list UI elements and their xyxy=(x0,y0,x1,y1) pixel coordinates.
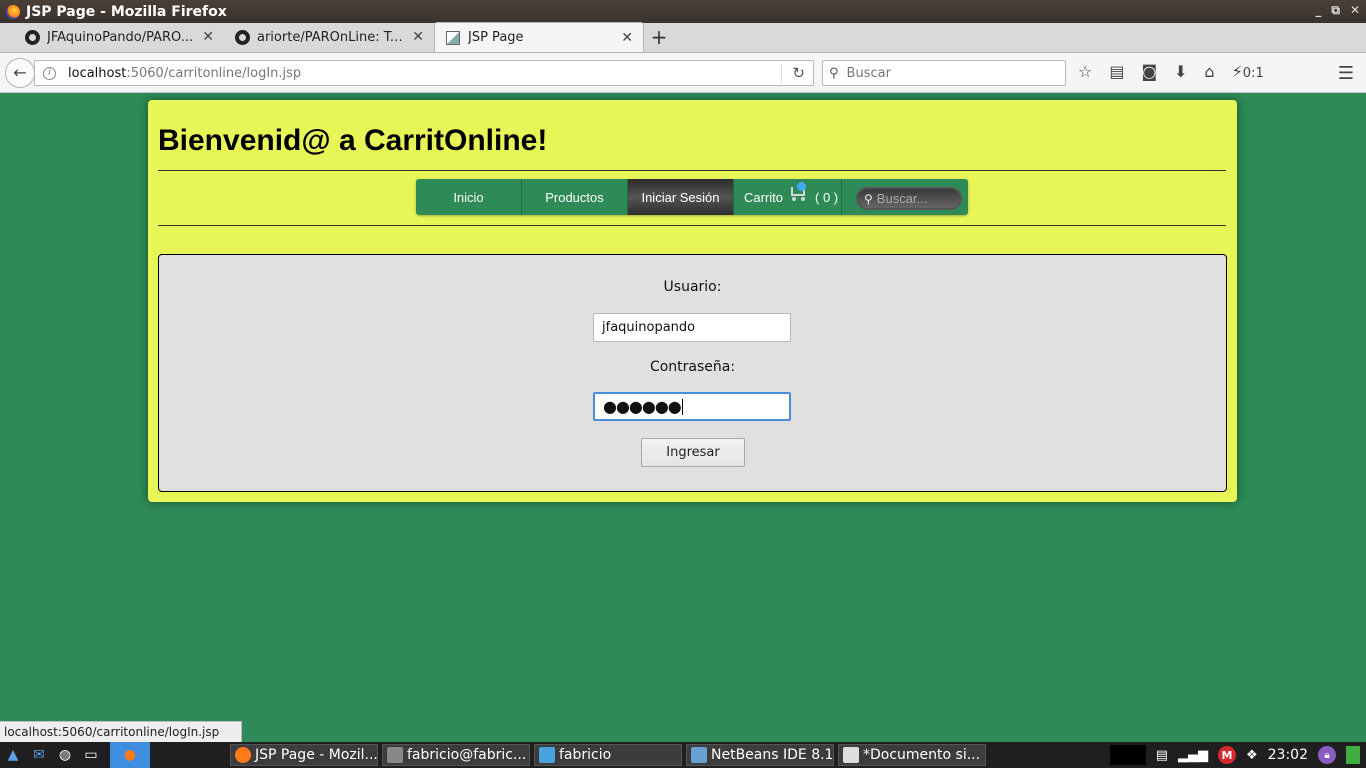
cart-label: Carrito xyxy=(744,189,784,205)
close-tab-icon[interactable]: ✕ xyxy=(202,29,214,45)
page-viewport: Bienvenid@ a CarritOnline! Inicio Produc… xyxy=(0,94,1366,740)
system-tray: ▤ ▂▄▆ M ❖ 23:02 🔒︎ xyxy=(1109,742,1366,768)
username-label: Usuario: xyxy=(663,279,722,295)
navigation-bar: ← i localhost:5060/carritonline/logIn.js… xyxy=(0,53,1366,93)
close-tab-icon[interactable]: ✕ xyxy=(412,29,424,45)
window-titlebar: JSP Page - Mozilla Firefox _ ⧉ ✕ xyxy=(0,0,1366,23)
divider-top xyxy=(158,170,1226,171)
info-icon[interactable]: i xyxy=(43,66,56,80)
back-button[interactable]: ← xyxy=(5,57,35,88)
login-form: Usuario: jfaquinopando Contraseña: ●●●●●… xyxy=(158,254,1227,492)
username-field[interactable]: jfaquinopando xyxy=(593,313,791,342)
task-label: fabricio xyxy=(559,747,612,763)
menu-item-carrito[interactable]: Carrito ( 0 ) xyxy=(734,179,842,215)
page-icon xyxy=(445,30,461,46)
home-icon[interactable]: ⌂ xyxy=(1204,62,1214,81)
search-icon: ⚲ xyxy=(864,191,873,206)
firefox-launcher-icon[interactable]: ● xyxy=(110,742,150,768)
firefox-icon xyxy=(235,747,251,763)
cart-count: ( 0 ) xyxy=(815,189,839,205)
site-title: Bienvenid@ a CarritOnline! xyxy=(158,124,548,157)
github-icon xyxy=(234,29,250,45)
mega-icon[interactable]: M xyxy=(1217,746,1236,764)
show-desktop-icon[interactable]: ▭ xyxy=(78,742,104,768)
search-icon: ⚲ xyxy=(829,65,839,81)
password-value: ●●●●●● xyxy=(603,397,682,416)
window-controls: _ ⧉ ✕ xyxy=(1315,3,1360,18)
divider-bottom xyxy=(158,225,1226,226)
netbeans-icon xyxy=(691,747,707,763)
tab-ariorte[interactable]: ariorte/PAROnLine: Tr... ✕ xyxy=(224,22,434,52)
task-terminal[interactable]: fabricio@fabric... xyxy=(382,744,530,766)
github-icon xyxy=(24,29,40,45)
task-label: JSP Page - Mozil... xyxy=(255,747,378,763)
tab-label: JFAquinoPando/PARO... xyxy=(47,29,194,45)
text-caret xyxy=(681,398,683,415)
toolbar-icons: ☆ ▤ ◙ ⬇ ⌂ ⚡0:1 xyxy=(1078,62,1264,81)
task-firefox[interactable]: JSP Page - Mozil... xyxy=(230,744,378,766)
menu-item-iniciar-sesion[interactable]: Iniciar Sesión xyxy=(628,179,734,215)
browser-globe-icon[interactable]: ◍ xyxy=(52,742,78,768)
bookmark-star-icon[interactable]: ☆ xyxy=(1078,62,1092,81)
exit-icon[interactable] xyxy=(1346,746,1360,764)
tray-blank-icon xyxy=(1109,745,1146,765)
new-tab-button[interactable]: + xyxy=(644,22,674,52)
pocket-icon[interactable]: ◙ xyxy=(1141,62,1157,81)
arrow-left-icon: ← xyxy=(13,63,27,82)
menu-item-productos[interactable]: Productos xyxy=(522,179,628,215)
task-document[interactable]: *Documento si... xyxy=(838,744,986,766)
url-bar[interactable]: i localhost:5060/carritonline/logIn.jsp … xyxy=(34,60,814,86)
password-field[interactable]: ●●●●●● xyxy=(593,392,791,421)
tab-strip: JFAquinoPando/PARO... ✕ ariorte/PAROnLin… xyxy=(0,22,1366,53)
clock: 23:02 xyxy=(1267,747,1308,763)
close-window-button[interactable]: ✕ xyxy=(1350,3,1360,18)
login-submit-button[interactable]: Ingresar xyxy=(641,438,745,467)
maximize-button[interactable]: ⧉ xyxy=(1331,3,1340,18)
task-folder[interactable]: fabricio xyxy=(534,744,682,766)
link-status-tooltip: localhost:5060/carritonline/logIn.jsp xyxy=(0,721,242,742)
task-label: *Documento si... xyxy=(863,747,981,763)
site-search-input[interactable]: ⚲ Buscar... xyxy=(856,187,962,210)
tray-app-icon[interactable]: ▤ xyxy=(1156,748,1168,763)
extension-icon[interactable]: ⚡0:1 xyxy=(1232,62,1264,81)
terminal-icon xyxy=(387,747,403,763)
minimize-button[interactable]: _ xyxy=(1315,3,1321,18)
close-tab-icon[interactable]: ✕ xyxy=(621,30,633,46)
username-value: jfaquinopando xyxy=(602,320,696,335)
url-path: :5060/carritonline/logIn.jsp xyxy=(126,65,302,81)
hamburger-menu-icon[interactable]: ☰ xyxy=(1338,63,1354,84)
tab-label: JSP Page xyxy=(468,30,524,45)
firefox-icon xyxy=(6,4,20,19)
browser-search-placeholder: Buscar xyxy=(846,65,891,81)
url-host: localhost xyxy=(68,65,127,81)
extension-counter: 0:1 xyxy=(1242,66,1264,81)
dropbox-icon[interactable]: ❖ xyxy=(1246,748,1258,763)
window-title: JSP Page - Mozilla Firefox xyxy=(26,3,227,20)
mail-icon[interactable]: ✉ xyxy=(26,742,52,768)
reading-list-icon[interactable]: ▤ xyxy=(1109,62,1124,81)
document-icon xyxy=(843,747,859,763)
task-label: NetBeans IDE 8.1 xyxy=(711,747,834,763)
menu-item-inicio[interactable]: Inicio xyxy=(416,179,522,215)
download-icon[interactable]: ⬇ xyxy=(1174,62,1187,81)
task-label: fabricio@fabric... xyxy=(407,747,527,763)
task-netbeans[interactable]: NetBeans IDE 8.1 xyxy=(686,744,834,766)
site-container: Bienvenid@ a CarritOnline! Inicio Produc… xyxy=(148,100,1237,502)
browser-search-input[interactable]: ⚲ Buscar xyxy=(822,60,1066,86)
tab-jfaquinopando[interactable]: JFAquinoPando/PARO... ✕ xyxy=(14,22,224,52)
site-search-placeholder: Buscar... xyxy=(876,191,928,206)
lock-icon[interactable]: 🔒︎ xyxy=(1318,746,1336,764)
password-label: Contraseña: xyxy=(649,359,736,375)
site-menu: Inicio Productos Iniciar Sesión Carrito … xyxy=(416,179,968,215)
start-menu-icon[interactable]: ▲ xyxy=(0,742,26,768)
signal-icon[interactable]: ▂▄▆ xyxy=(1178,748,1208,763)
reload-icon[interactable]: ↻ xyxy=(781,64,805,82)
tab-label: ariorte/PAROnLine: Tr... xyxy=(257,29,407,45)
shopping-cart-icon xyxy=(789,182,809,202)
taskbar-spacer xyxy=(150,742,230,768)
tab-jsp-page[interactable]: JSP Page ✕ xyxy=(434,22,644,52)
taskbar: ▲ ✉ ◍ ▭ ● JSP Page - Mozil... fabricio@f… xyxy=(0,742,1366,768)
folder-icon xyxy=(539,747,555,763)
